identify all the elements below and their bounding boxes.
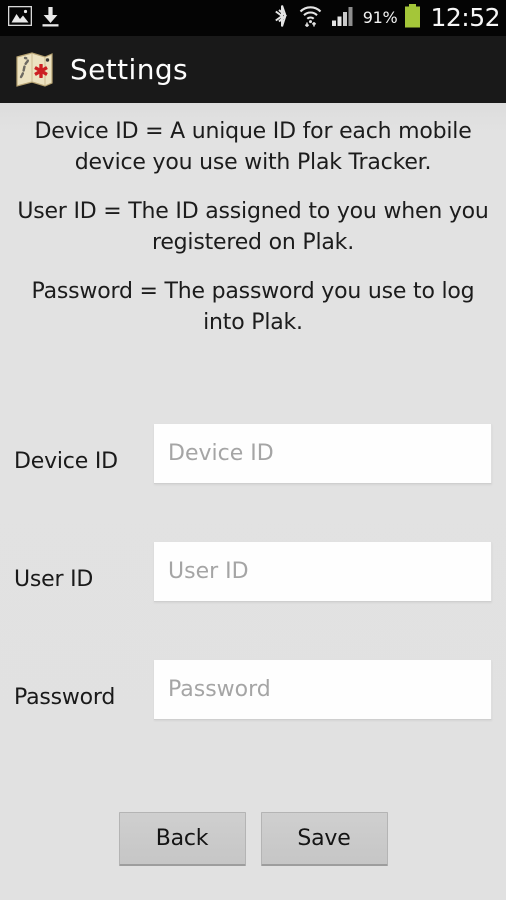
action-button-bar: Back Save <box>0 812 506 866</box>
user-id-input[interactable] <box>154 542 492 602</box>
plak-map-icon <box>12 49 56 91</box>
settings-form: Device ID User ID Password <box>0 421 506 775</box>
bluetooth-icon <box>274 4 290 32</box>
intro-paragraph-user-id: User ID = The ID assigned to you when yo… <box>17 199 489 255</box>
battery-icon <box>404 4 421 32</box>
back-button[interactable]: Back <box>118 812 246 866</box>
wifi-icon <box>298 4 323 32</box>
save-button[interactable]: Save <box>260 812 388 866</box>
status-clock: 12:52 <box>430 2 500 32</box>
password-label: Password <box>14 685 116 710</box>
device-id-label: Device ID <box>14 449 118 474</box>
battery-percent-label: 91% <box>362 8 398 27</box>
form-row-device-id: Device ID <box>0 421 506 539</box>
cellular-signal-icon <box>331 5 355 31</box>
intro-paragraph-password: Password = The password you use to log i… <box>31 279 475 335</box>
form-row-user-id: User ID <box>0 539 506 657</box>
page-title: Settings <box>70 53 189 86</box>
settings-content: Device ID = A unique ID for each mobile … <box>0 103 506 900</box>
status-bar[interactable]: 91% 12:52 <box>0 0 506 36</box>
status-bar-right-group: 91% 12:52 <box>274 4 500 32</box>
app-title-bar: Settings <box>0 36 506 103</box>
intro-description-block: Device ID = A unique ID for each mobile … <box>0 103 506 338</box>
screenshot-image-icon <box>7 5 33 30</box>
intro-paragraph-device-id: Device ID = A unique ID for each mobile … <box>34 119 472 175</box>
user-id-label: User ID <box>14 567 94 592</box>
device-id-input[interactable] <box>154 424 492 484</box>
download-icon <box>41 6 60 31</box>
form-row-password: Password <box>0 657 506 775</box>
password-input[interactable] <box>154 660 492 720</box>
status-bar-left-group <box>7 5 60 31</box>
